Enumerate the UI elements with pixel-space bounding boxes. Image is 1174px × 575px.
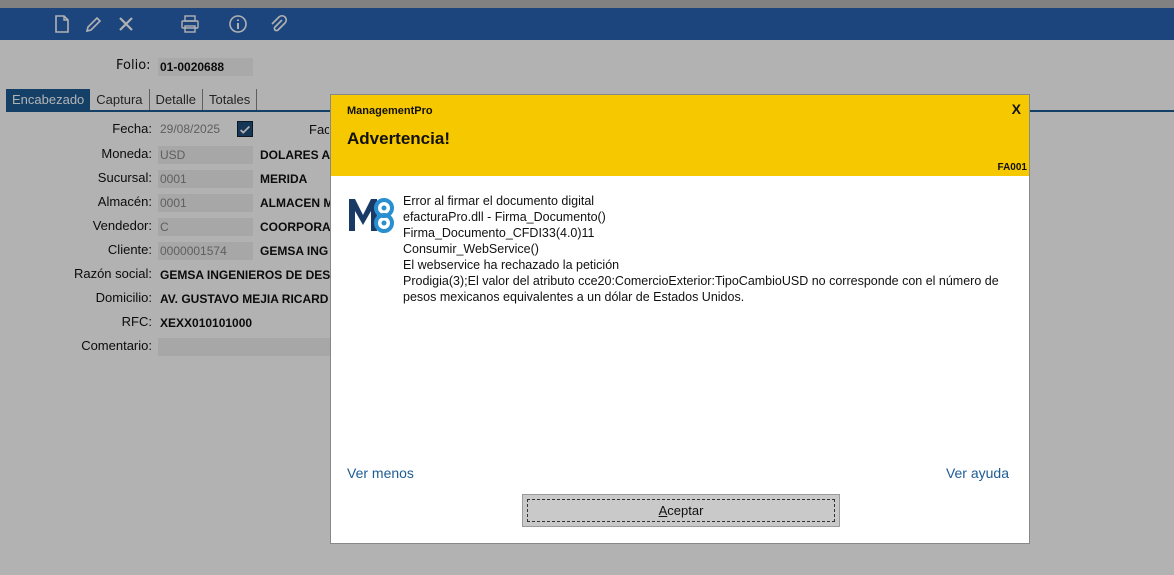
- message-line: Consumir_WebService(): [403, 242, 539, 256]
- accept-mnemonic: A: [658, 503, 668, 518]
- dialog-header: ManagementPro Advertencia! X FA001: [331, 95, 1029, 176]
- accept-label: ceptar: [667, 503, 704, 518]
- message-line: Firma_Documento_CFDI33(4.0)11: [403, 226, 595, 240]
- managementpro-logo-icon: [347, 195, 395, 235]
- dialog-app-name: ManagementPro: [347, 105, 433, 117]
- accept-button[interactable]: Aceptar: [522, 494, 840, 527]
- ver-ayuda-link[interactable]: Ver ayuda: [946, 465, 1009, 481]
- dialog-close-button[interactable]: X: [1012, 101, 1021, 117]
- dialog-title: Advertencia!: [347, 129, 450, 148]
- message-line: El webservice ha rechazado la petición: [403, 258, 620, 272]
- dialog-error-code: FA001: [997, 162, 1027, 173]
- message-line: Prodigia(3);El valor del atributo cce20:…: [403, 274, 1003, 304]
- accept-button-focus: Aceptar: [527, 499, 835, 522]
- message-line: efacturaPro.dll - Firma_Documento(): [403, 210, 606, 224]
- ver-menos-link[interactable]: Ver menos: [347, 465, 414, 481]
- error-message: Error al firmar el documento digital efa…: [403, 193, 1013, 305]
- warning-dialog: ManagementPro Advertencia! X FA001 Error…: [330, 94, 1030, 544]
- message-line: Error al firmar el documento digital: [403, 194, 595, 208]
